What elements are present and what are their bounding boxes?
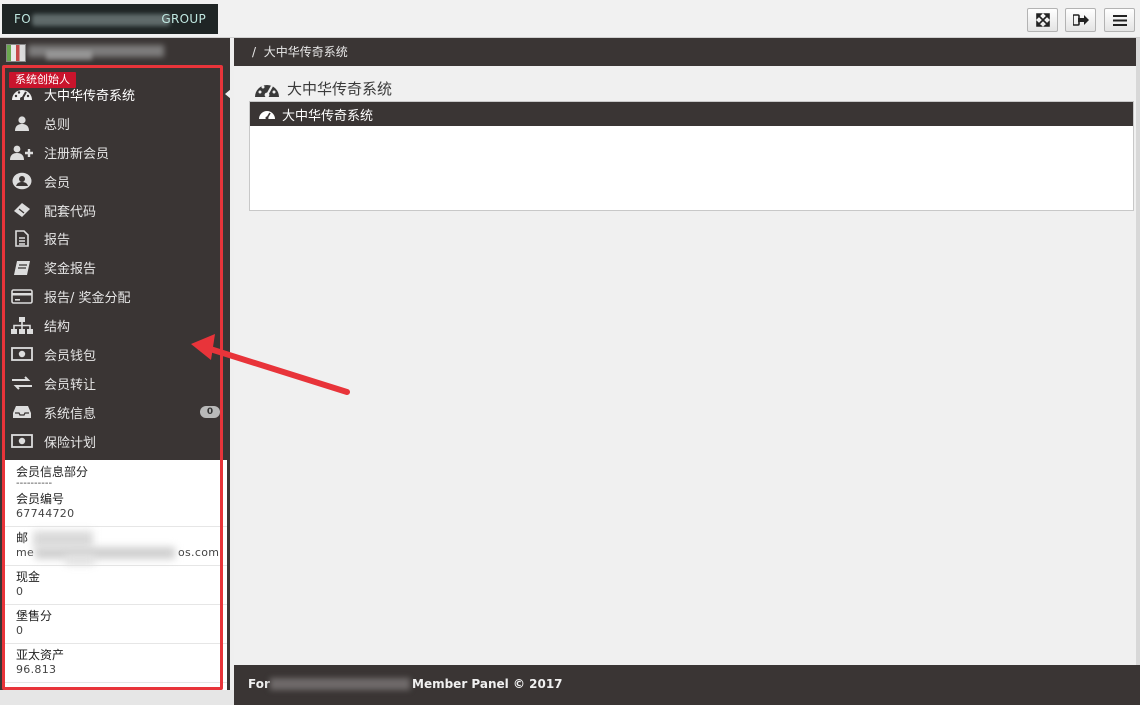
hamburger-icon xyxy=(1112,14,1127,26)
sidebar-item-transfer[interactable]: 会员转让 xyxy=(0,369,230,398)
user-row[interactable] xyxy=(0,38,230,66)
ticket-icon xyxy=(10,201,34,219)
logo-prefix: FO xyxy=(14,12,31,26)
page-title-text: 大中华传奇系统 xyxy=(287,80,393,98)
sidebar-nav: 大中华传奇系统 总则 注册新会员 会员 配套代码 报告 奖金报告 报告/ 奖金分… xyxy=(0,80,231,456)
sidebar-item-label: 总则 xyxy=(44,117,71,133)
bottom-strip xyxy=(0,690,234,705)
fullscreen-button[interactable] xyxy=(1027,8,1058,32)
panel-header: 大中华传奇系统 xyxy=(250,102,1133,126)
user-plus-icon xyxy=(10,143,34,161)
sidebar-item-dashboard[interactable]: 大中华传奇系统 xyxy=(0,80,231,109)
sales-label: 堡售分 xyxy=(16,609,53,623)
sidebar-item-label: 报告/ 奖金分配 xyxy=(44,291,131,307)
sidebar-item-label: 大中华传奇系统 xyxy=(44,88,136,104)
sidebar-item-bonus-report[interactable]: 奖金报告 xyxy=(0,253,230,282)
credit-card-icon xyxy=(10,288,34,306)
email-redacted xyxy=(65,555,95,565)
breadcrumb-separator: / xyxy=(252,45,257,59)
book-icon xyxy=(10,259,34,277)
sidebar-item-label: 奖金报告 xyxy=(44,262,97,278)
sidebar-item-system-info[interactable]: 系统信息 0 xyxy=(0,398,230,427)
app-logo[interactable]: FO GROUP xyxy=(2,4,218,34)
sidebar-item-wallet[interactable]: 会员钱包 xyxy=(0,340,230,369)
sidebar-item-label: 系统信息 xyxy=(44,406,97,422)
sidebar-item-label: 结构 xyxy=(44,320,71,336)
sidebar-item-label: 配套代码 xyxy=(44,204,97,220)
dashboard-icon xyxy=(10,85,34,103)
dashboard-icon xyxy=(259,111,275,120)
top-bar: FO GROUP xyxy=(0,0,1140,38)
dashboard-icon xyxy=(255,84,279,97)
menu-button[interactable] xyxy=(1104,8,1135,32)
user-circle-icon xyxy=(10,172,34,190)
scrollbar-edge[interactable] xyxy=(1136,38,1140,665)
notification-count-badge: 0 xyxy=(200,406,220,419)
cash-value: 0 xyxy=(16,585,24,598)
email-redacted xyxy=(33,531,93,547)
asia-assets-value: 96.813 xyxy=(16,663,57,676)
page-title: 大中华传奇系统 xyxy=(254,78,392,99)
sidebar-item-label: 注册新会员 xyxy=(44,146,110,162)
member-id-value: 67744720 xyxy=(16,507,75,520)
email-suffix: os.com xyxy=(178,546,220,559)
member-info-divider: ---------- xyxy=(16,478,53,489)
sales-section: 堡售分 0 xyxy=(5,605,227,644)
member-id-label: 会员编号 xyxy=(16,492,65,506)
avatar xyxy=(6,44,26,62)
footer-copyright: Member Panel © 2017 xyxy=(412,677,563,691)
sidebar-item-members[interactable]: 会员 xyxy=(0,167,230,196)
username-redacted xyxy=(46,51,92,60)
email-redacted xyxy=(35,547,175,559)
sidebar-item-register[interactable]: 注册新会员 xyxy=(0,138,230,167)
money-icon xyxy=(10,345,34,363)
dashboard-panel: 大中华传奇系统 xyxy=(249,101,1134,211)
sign-out-icon xyxy=(1072,14,1089,26)
sidebar-item-insurance[interactable]: 保险计划 xyxy=(0,427,230,456)
logo-redacted xyxy=(32,14,170,26)
sidebar-item-report[interactable]: 报告 xyxy=(0,224,230,253)
sitemap-icon xyxy=(10,317,34,335)
member-info-section: 会员信息部分 ---------- 会员编号 67744720 xyxy=(5,460,227,527)
sidebar-item-label: 会员 xyxy=(44,175,71,191)
member-info-panel: 会员信息部分 ---------- 会员编号 67744720 邮 me os.… xyxy=(4,460,227,705)
email-prefix: me xyxy=(16,546,35,559)
sidebar-item-label: 保险计划 xyxy=(44,435,97,451)
sidebar-item-label: 会员钱包 xyxy=(44,348,97,364)
active-indicator xyxy=(225,89,231,99)
footer-prefix: For xyxy=(248,677,270,691)
sidebar-item-general[interactable]: 总则 xyxy=(0,109,230,138)
footer: For Member Panel © 2017 xyxy=(234,665,1140,705)
breadcrumb-current[interactable]: 大中华传奇系统 xyxy=(264,45,348,59)
sidebar: 系统创始人 大中华传奇系统 总则 注册新会员 会员 配套代码 报告 奖金报告 报… xyxy=(0,38,231,705)
breadcrumb: / 大中华传奇系统 xyxy=(234,38,1140,66)
sidebar-item-label: 报告 xyxy=(44,233,71,249)
sidebar-item-package-code[interactable]: 配套代码 xyxy=(0,196,230,225)
inbox-icon xyxy=(10,403,34,421)
main-content: 大中华传奇系统 大中华传奇系统 xyxy=(234,66,1140,665)
panel-title: 大中华传奇系统 xyxy=(282,108,374,124)
logout-button[interactable] xyxy=(1065,8,1096,32)
logo-suffix: GROUP xyxy=(161,12,206,26)
sidebar-item-bonus-distribution[interactable]: 报告/ 奖金分配 xyxy=(0,282,230,311)
cash-label: 现金 xyxy=(16,570,41,584)
sidebar-item-label: 会员转让 xyxy=(44,377,97,393)
sales-value: 0 xyxy=(16,624,24,637)
email-section: 邮 me os.com xyxy=(5,527,227,566)
exchange-icon xyxy=(10,374,34,392)
file-text-icon xyxy=(10,230,34,248)
expand-icon xyxy=(1035,13,1050,27)
user-icon xyxy=(10,114,34,132)
sidebar-item-structure[interactable]: 结构 xyxy=(0,311,230,340)
asia-assets-section: 亚太资产 96.813 xyxy=(5,644,227,683)
cash-section: 现金 0 xyxy=(5,566,227,605)
asia-assets-label: 亚太资产 xyxy=(16,648,65,662)
footer-redacted xyxy=(270,678,410,690)
money-icon xyxy=(10,432,34,450)
